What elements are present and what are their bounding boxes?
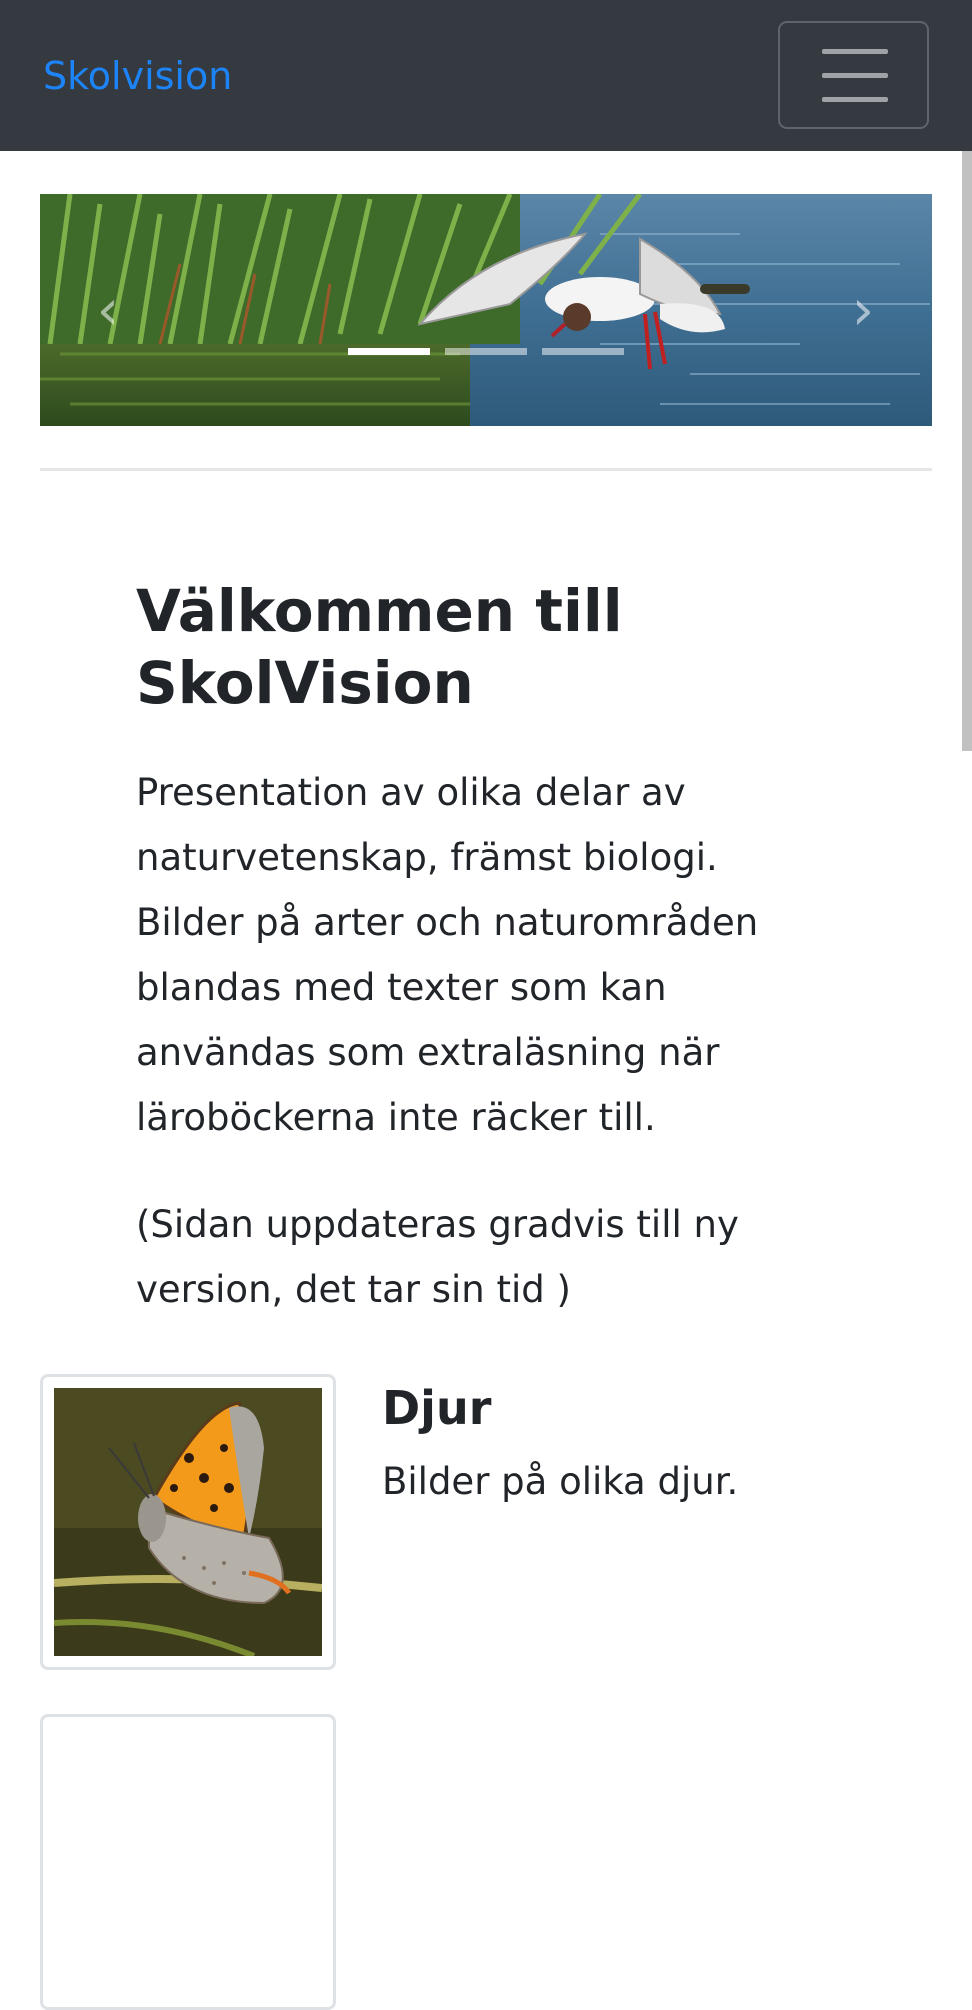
chevron-left-icon: ‹: [96, 278, 120, 343]
chevron-right-icon: ›: [851, 278, 875, 343]
intro-paragraph: Presentation av olika delar av naturvete…: [136, 771, 759, 1139]
section-divider: [40, 468, 932, 471]
carousel-indicator[interactable]: [542, 348, 624, 355]
page-scrollbar[interactable]: [962, 151, 972, 751]
navbar-toggle-button[interactable]: [778, 21, 929, 129]
carousel-indicator[interactable]: [348, 348, 430, 355]
carousel-indicator[interactable]: [445, 348, 527, 355]
navbar: Skolvision: [0, 0, 972, 151]
page-title: Välkommen till SkolVision: [136, 577, 623, 717]
update-note: (Sidan uppdateras gradvis till ny versio…: [136, 1203, 739, 1311]
butterfly-image: [54, 1388, 322, 1656]
djur-heading[interactable]: Djur: [382, 1378, 491, 1438]
image-carousel[interactable]: [40, 194, 932, 426]
carousel-prev-button[interactable]: ‹: [78, 276, 138, 346]
carousel-indicators: [0, 348, 972, 358]
next-thumbnail[interactable]: [40, 1714, 336, 2010]
carousel-slide-image: [40, 194, 932, 426]
brand-link[interactable]: Skolvision: [43, 50, 232, 102]
djur-thumbnail[interactable]: [40, 1374, 336, 1670]
carousel-next-button[interactable]: ›: [833, 276, 893, 346]
djur-description: Bilder på olika djur.: [382, 1460, 739, 1503]
